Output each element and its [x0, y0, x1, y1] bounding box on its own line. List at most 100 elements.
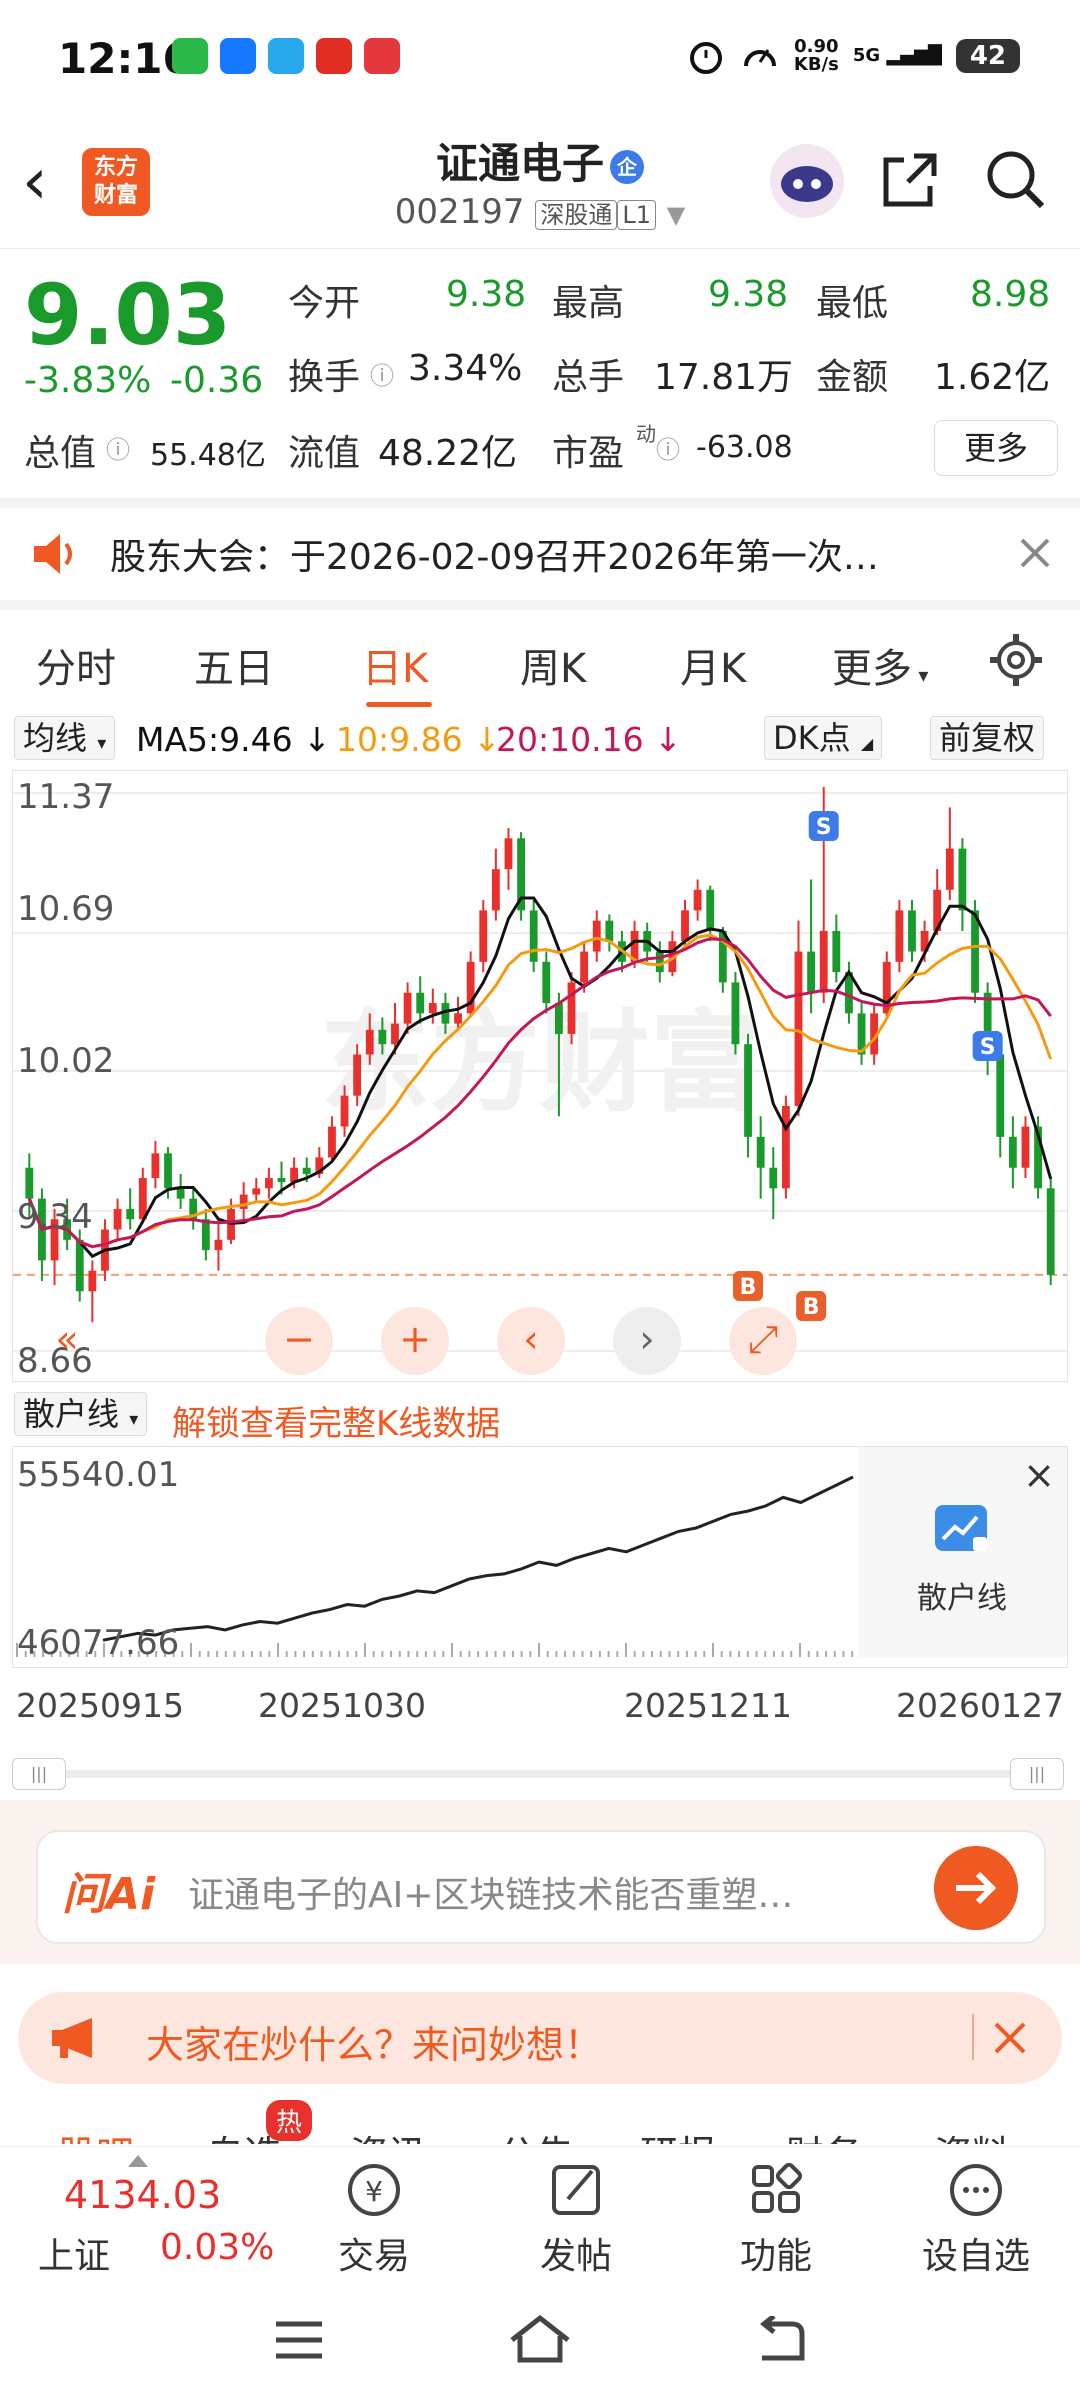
- date-label: 20250915: [16, 1686, 184, 1725]
- post-icon[interactable]: [516, 2159, 636, 2221]
- tab-finance[interactable]: 财务: [786, 2124, 862, 2144]
- share-icon[interactable]: [880, 150, 940, 210]
- back-nav-icon[interactable]: [752, 2316, 806, 2364]
- volume-label: 总手: [552, 357, 625, 398]
- index-ticker[interactable]: 4134.03 上证 0.03%: [0, 2147, 300, 2281]
- unlock-link[interactable]: 解锁查看完整K线数据: [172, 1396, 500, 1445]
- chart-scrollbar[interactable]: ||| |||: [12, 1756, 1064, 1792]
- amount-label: 金额: [816, 357, 889, 398]
- system-nav-bar: [0, 2282, 1080, 2408]
- status-bar: 12:16 0.90 KB/s 5G ▂▄▆█ 42: [0, 0, 1080, 120]
- divider: [0, 498, 1080, 508]
- tab-forum[interactable]: 股吧: [58, 2124, 134, 2144]
- content-tabs: 股吧 自选 资讯 公告 研报 财务 资料: [0, 2098, 1080, 2144]
- settings-icon[interactable]: [988, 632, 1044, 688]
- ai-ask-area: 问Ai 证通电子的AI+区块链技术能否重塑…: [0, 1800, 1080, 1964]
- search-icon[interactable]: [984, 148, 1046, 210]
- add-watch-label[interactable]: 设自选: [916, 2227, 1036, 2279]
- chart-nav-button[interactable]: ›: [613, 1307, 681, 1375]
- dropdown-icon[interactable]: ▼: [667, 201, 685, 229]
- trade-label[interactable]: 交易: [314, 2227, 434, 2279]
- candle-body: [340, 1095, 349, 1127]
- notice-bar[interactable]: 股东大会：于2026-02-09召开2026年第一次…: [0, 508, 1080, 600]
- scroll-handle-right[interactable]: |||: [1010, 1758, 1064, 1790]
- tab-daily-k[interactable]: 日K: [362, 636, 428, 694]
- alarm-icon: [689, 42, 722, 74]
- alipay-icon: [220, 38, 256, 74]
- candle-body: [706, 889, 715, 931]
- chart-nav-button[interactable]: ‹: [497, 1307, 565, 1375]
- adjust-button[interactable]: 前复权: [930, 716, 1045, 760]
- candle-body: [491, 869, 500, 911]
- home-icon[interactable]: [508, 2312, 572, 2366]
- chart-nav-button[interactable]: «: [33, 1307, 101, 1375]
- chart-nav-button[interactable]: ⤢: [729, 1307, 797, 1375]
- stock-code: 002197: [394, 192, 525, 232]
- tab-five-day[interactable]: 五日: [194, 636, 274, 694]
- amount-value: 1.62亿: [934, 357, 1051, 398]
- candle-body: [1021, 1126, 1030, 1168]
- indicator-select[interactable]: 均线 ▾: [14, 716, 116, 760]
- tab-intraday[interactable]: 分时: [36, 636, 116, 694]
- scroll-handle-left[interactable]: |||: [12, 1758, 66, 1790]
- candle-body: [1046, 1188, 1055, 1275]
- function-icon[interactable]: [716, 2159, 836, 2221]
- tab-research[interactable]: 研报: [640, 2124, 716, 2144]
- trade-icon[interactable]: ¥: [314, 2159, 434, 2221]
- date-label: 20251211: [624, 1686, 792, 1725]
- candle-body: [25, 1167, 34, 1199]
- candle-body: [126, 1208, 135, 1220]
- tag-connect: 深股通: [535, 200, 618, 230]
- close-icon[interactable]: [1018, 536, 1052, 570]
- close-icon[interactable]: [992, 2020, 1028, 2056]
- tab-profile[interactable]: 资料: [934, 2124, 1010, 2144]
- back-button[interactable]: ‹: [22, 150, 48, 214]
- info-icon[interactable]: ⓘ: [106, 430, 130, 465]
- chart-nav-button[interactable]: +: [381, 1307, 449, 1375]
- sub-indicator-select[interactable]: 散户线 ▾: [14, 1392, 148, 1436]
- candle-body: [895, 910, 904, 962]
- date-label: 20260127: [896, 1686, 1064, 1725]
- signal-label: S: [816, 815, 832, 840]
- candle-body: [769, 1167, 778, 1189]
- app-logo[interactable]: 东方 财富: [82, 148, 150, 216]
- battery-icon: 42: [955, 39, 1020, 73]
- menu-icon[interactable]: [272, 2318, 326, 2362]
- tab-news[interactable]: 资讯: [350, 2124, 426, 2144]
- candle-body: [504, 838, 513, 870]
- sanhu-chart[interactable]: 55540.01 46077.66 × 散户线: [12, 1446, 1068, 1668]
- close-icon[interactable]: ×: [1023, 1453, 1055, 1497]
- candle-body: [681, 910, 689, 942]
- candle-body: [945, 848, 954, 890]
- candle-body: [655, 951, 664, 973]
- ai-placeholder: 证通电子的AI+区块链技术能否重塑…: [188, 1875, 794, 1916]
- dk-point-button[interactable]: DK点 ◢: [764, 716, 883, 760]
- speed-icon: [743, 49, 776, 67]
- arrow-right-icon[interactable]: [934, 1846, 1018, 1930]
- candle-body: [88, 1270, 97, 1292]
- info-icon[interactable]: ⓘ: [370, 356, 394, 391]
- last-price: 9.03: [24, 266, 232, 364]
- tab-announce[interactable]: 公告: [498, 2124, 574, 2144]
- ai-ask-input[interactable]: 问Ai 证通电子的AI+区块链技术能否重塑…: [36, 1830, 1046, 1944]
- sanhu-promo[interactable]: × 散户线: [859, 1447, 1067, 1657]
- chart-nav-button[interactable]: −: [265, 1307, 333, 1375]
- post-label[interactable]: 发帖: [516, 2227, 636, 2279]
- candle-body: [378, 1029, 387, 1045]
- more-button[interactable]: 更多: [934, 420, 1058, 476]
- signal-icon: 5G ▂▄▆█: [852, 45, 942, 66]
- info-icon[interactable]: ⓘ: [656, 430, 680, 465]
- candle-body: [605, 920, 614, 942]
- tab-more[interactable]: 更多 ▾: [832, 636, 928, 694]
- k-line-chart[interactable]: 东方财富 S B S B 11.37 10.69 10.02 9.34 8.66 «− +…: [12, 770, 1068, 1382]
- ma20-value: 20:10.16 ↓: [496, 720, 682, 759]
- candle-body: [201, 1219, 210, 1251]
- ai-robot-icon[interactable]: [770, 144, 844, 218]
- function-label[interactable]: 功能: [716, 2227, 836, 2279]
- hot-topic-banner[interactable]: 大家在炒什么？来问妙想！: [18, 1992, 1062, 2084]
- index-pct: 0.03%: [160, 2227, 275, 2268]
- tab-monthly-k[interactable]: 月K: [680, 636, 746, 694]
- tab-weekly-k[interactable]: 周K: [520, 636, 586, 694]
- candle-body: [1008, 1136, 1017, 1168]
- more-dots-icon[interactable]: [916, 2159, 1036, 2221]
